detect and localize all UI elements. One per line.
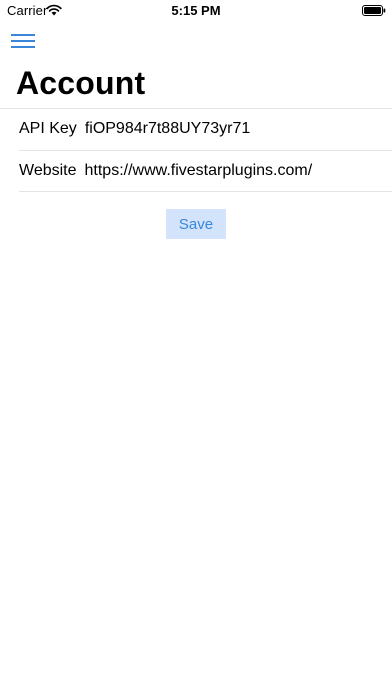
website-label: Website: [19, 162, 77, 179]
menu-button[interactable]: [11, 32, 35, 50]
website-row: Website: [19, 151, 392, 191]
hamburger-menu-icon: [11, 34, 35, 48]
api-key-label: API Key: [19, 120, 77, 137]
save-button[interactable]: Save: [166, 209, 226, 239]
battery-icon: [362, 5, 386, 16]
status-time: 5:15 PM: [171, 3, 221, 18]
api-key-input[interactable]: [84, 120, 392, 138]
page-title: Account: [16, 65, 146, 101]
website-input[interactable]: [84, 162, 392, 180]
api-key-row: API Key: [19, 109, 392, 149]
status-bar: Carrier 5:15 PM: [0, 0, 392, 22]
row-divider: [19, 191, 392, 192]
